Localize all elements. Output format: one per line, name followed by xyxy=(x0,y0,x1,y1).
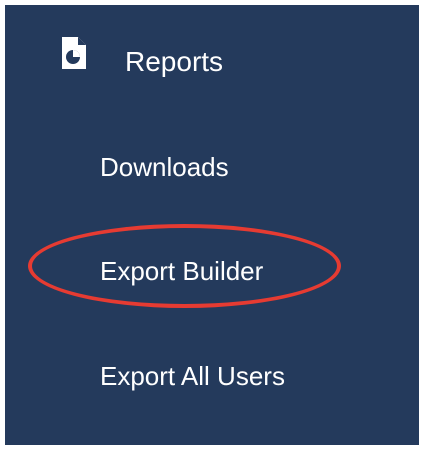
report-file-icon xyxy=(59,35,89,71)
submenu-item-export-all-users[interactable]: Export All Users xyxy=(100,360,285,392)
submenu-item-downloads[interactable]: Downloads xyxy=(100,151,229,183)
reports-menu-header[interactable]: Reports xyxy=(5,35,419,95)
reports-title: Reports xyxy=(125,46,224,77)
submenu-item-export-builder[interactable]: Export Builder xyxy=(100,255,263,287)
sidebar-menu: Reports Downloads Export Builder Export … xyxy=(5,5,419,445)
screenshot: Reports Downloads Export Builder Export … xyxy=(0,0,424,450)
